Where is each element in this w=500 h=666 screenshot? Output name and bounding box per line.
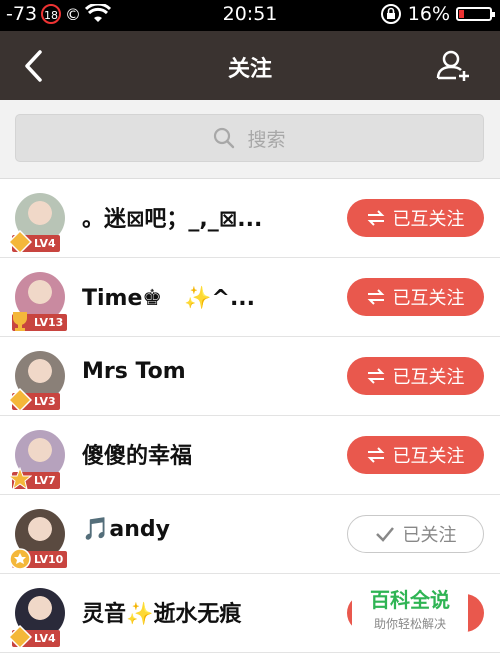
level-label: LV4 [34, 237, 56, 250]
follow-status-button[interactable]: 已互关注 [347, 357, 484, 395]
search-placeholder: 搜索 [247, 128, 286, 151]
level-badge: LV7 [8, 467, 60, 491]
level-label: LV10 [34, 553, 64, 566]
list-item[interactable]: LV13 Time♚ ✨^... 已互关注 [0, 258, 500, 337]
battery-percent: 16% [407, 3, 450, 25]
battery-icon [456, 7, 495, 21]
diamond-level-icon [8, 625, 32, 649]
user-name[interactable]: 。迷⊠吧；_,_⊠... [82, 201, 262, 233]
mutual-follow-icon [367, 447, 384, 463]
nav-bar: 关注 [0, 31, 500, 100]
star-level-icon [8, 467, 32, 491]
user-name[interactable]: Time♚ ✨^... [82, 280, 255, 312]
list-item[interactable]: LV10 🎵andy 已关注 [0, 495, 500, 574]
level-label: LV3 [34, 395, 56, 408]
level-badge: LV3 [8, 388, 60, 412]
mutual-follow-icon [367, 368, 384, 384]
search-area: 搜索 [0, 100, 500, 179]
list-item[interactable]: LV3 Mrs Tom 已互关注 [0, 337, 500, 416]
watermark-subtitle: 助你轻松解决 [373, 617, 446, 631]
add-friend-icon [436, 50, 469, 81]
medal-level-icon [9, 548, 31, 570]
user-name[interactable]: 🎵andy [82, 517, 170, 542]
trophy-level-icon [13, 312, 27, 331]
user-name[interactable]: 傻傻的幸福 [82, 438, 192, 470]
follow-status-button[interactable]: 已关注 [347, 515, 484, 553]
battery-fill [459, 10, 464, 18]
follow-status-label: 已互关注 [392, 446, 465, 467]
follow-status-label: 已互关注 [392, 209, 465, 230]
status-bar: -73 18 © 20:51 16% [0, 0, 500, 31]
follow-status-button[interactable]: 已互关注 [347, 199, 484, 237]
level-badge: LV4 [8, 230, 60, 254]
rotation-lock-icon [380, 4, 401, 24]
list-item[interactable]: LV4 。迷⊠吧；_,_⊠... 已互关注 [0, 179, 500, 258]
diamond-level-icon [8, 230, 32, 254]
watermark-logo: 百科全说 助你轻松解决 [352, 578, 468, 636]
watermark-title: 百科全说 [370, 588, 450, 612]
level-label: LV4 [34, 632, 56, 645]
user-name[interactable]: 灵音✨逝水无痕 [82, 596, 241, 628]
follow-status-button[interactable]: 已互关注 [347, 436, 484, 474]
follow-status-label: 已关注 [402, 525, 457, 546]
mutual-follow-icon [367, 289, 384, 305]
follow-status-label: 已互关注 [392, 367, 465, 388]
follow-status-label: 已互关注 [392, 288, 465, 309]
level-label: LV13 [34, 316, 64, 329]
follow-status-button[interactable]: 已互关注 [347, 278, 484, 316]
page-title: 关注 [227, 56, 272, 82]
search-icon [214, 127, 235, 149]
user-name[interactable]: Mrs Tom [82, 359, 186, 384]
list-item[interactable]: LV7 傻傻的幸福 已互关注 [0, 416, 500, 495]
diamond-level-icon [8, 388, 32, 412]
mutual-follow-icon [367, 210, 384, 226]
search-input[interactable]: 搜索 [15, 114, 484, 162]
level-label: LV7 [34, 474, 56, 487]
level-badge: LV10 [9, 548, 68, 570]
level-badge: LV13 [12, 312, 68, 331]
checkmark-icon [375, 527, 394, 542]
add-friend-button[interactable] [434, 47, 474, 85]
status-right: 16% [380, 3, 495, 25]
level-badge: LV4 [8, 625, 60, 649]
